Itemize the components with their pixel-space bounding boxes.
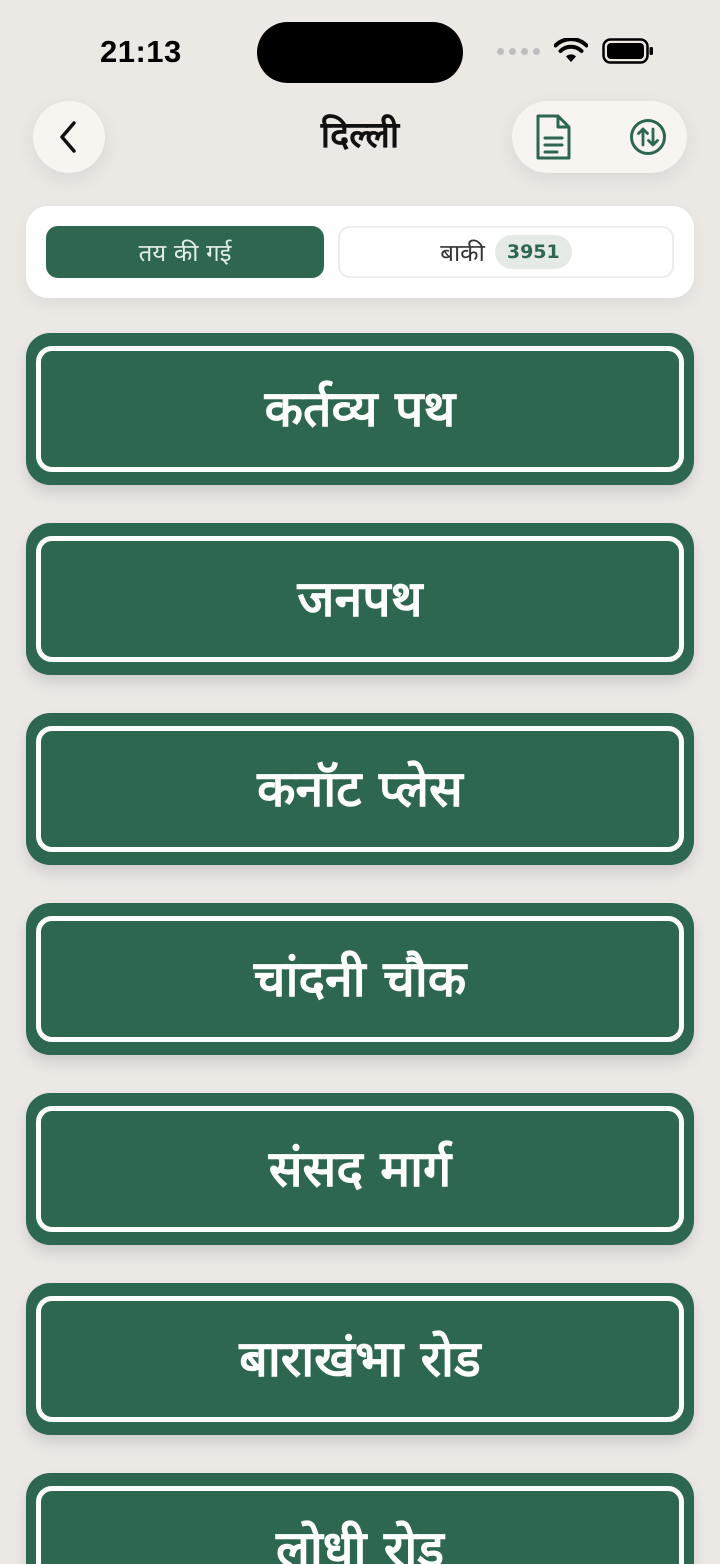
filter-segmented-control: तय की गई बाकी 3951	[26, 206, 694, 298]
street-card[interactable]: कनॉट प्लेस	[26, 713, 694, 865]
battery-icon	[602, 38, 653, 64]
screen: 21:13 दिल्ली तय की गई बाकी 3951 कर्तव्य …	[0, 0, 720, 1564]
street-name: संसद मार्ग	[268, 1140, 452, 1198]
chevron-left-icon	[60, 121, 76, 153]
street-card[interactable]: बाराखंभा रोड	[26, 1283, 694, 1435]
remaining-count-badge: 3951	[494, 235, 572, 269]
sort-button[interactable]	[623, 112, 673, 162]
street-sign-border: चांदनी चौक	[36, 916, 684, 1042]
wifi-icon	[554, 38, 588, 62]
street-sign-border: जनपथ	[36, 536, 684, 662]
street-sign-border: कर्तव्य पथ	[36, 346, 684, 472]
street-sign-border: संसद मार्ग	[36, 1106, 684, 1232]
status-indicators	[497, 38, 654, 64]
tab-selected[interactable]: तय की गई	[46, 226, 324, 278]
street-card[interactable]: जनपथ	[26, 523, 694, 675]
tab-remaining[interactable]: बाकी 3951	[338, 226, 674, 278]
street-sign-border: लोधी रोड	[36, 1486, 684, 1564]
status-bar: 21:13	[0, 0, 720, 100]
street-card[interactable]: संसद मार्ग	[26, 1093, 694, 1245]
street-name: चांदनी चौक	[253, 950, 467, 1008]
header-actions	[512, 101, 687, 173]
street-name: बाराखंभा रोड	[239, 1330, 481, 1388]
document-button[interactable]	[528, 112, 578, 162]
street-card[interactable]: कर्तव्य पथ	[26, 333, 694, 485]
street-sign-border: बाराखंभा रोड	[36, 1296, 684, 1422]
street-name: कनॉट प्लेस	[257, 760, 463, 818]
dynamic-island	[257, 22, 463, 83]
page-title: दिल्ली	[320, 115, 400, 156]
document-icon	[536, 114, 571, 160]
street-name: लोधी रोड	[275, 1520, 445, 1564]
cellular-signal-icon	[497, 47, 540, 55]
street-name: जनपथ	[297, 570, 423, 628]
street-card[interactable]: चांदनी चौक	[26, 903, 694, 1055]
status-time: 21:13	[100, 34, 182, 69]
street-card[interactable]: लोधी रोड	[26, 1473, 694, 1564]
street-name: कर्तव्य पथ	[264, 380, 456, 438]
tab-selected-label: तय की गई	[138, 238, 232, 267]
tab-remaining-label: बाकी	[440, 238, 485, 267]
street-sign-border: कनॉट प्लेस	[36, 726, 684, 852]
back-button[interactable]	[33, 101, 105, 173]
sort-arrows-icon	[630, 119, 666, 155]
